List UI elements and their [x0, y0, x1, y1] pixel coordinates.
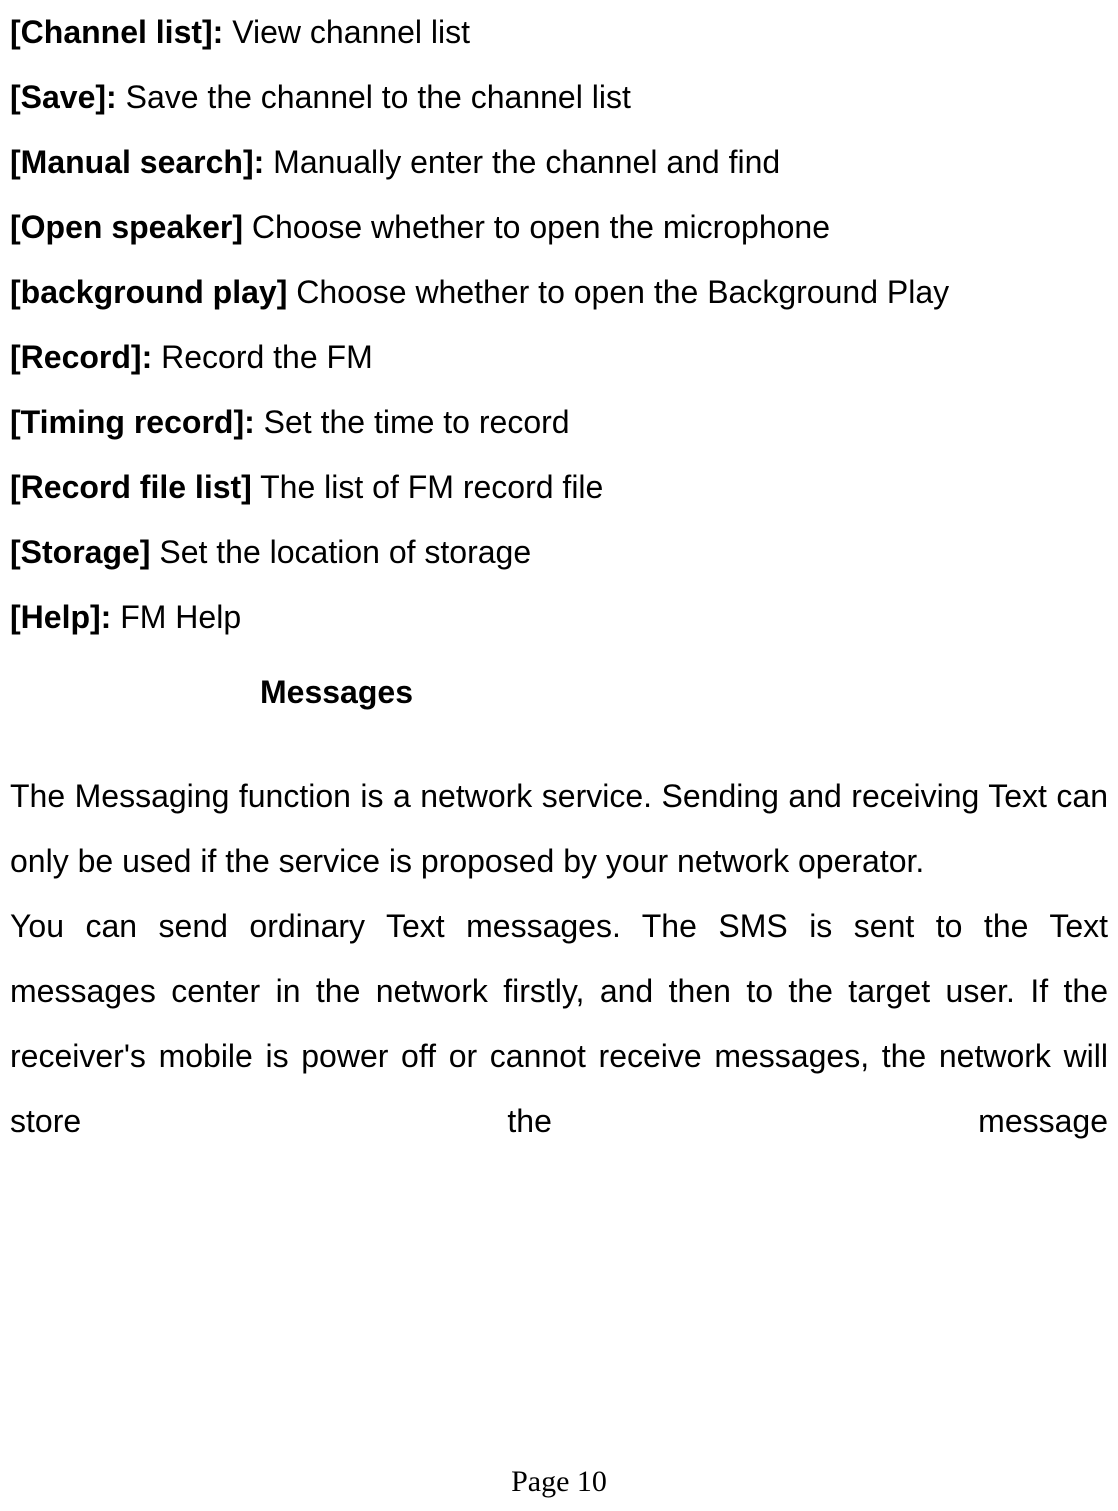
page-number-footer: Page 10	[0, 1467, 1118, 1497]
definition-description: Choose whether to open the Background Pl…	[287, 274, 949, 310]
definition-line: [Channel list]: View channel list	[10, 0, 1108, 65]
definition-description: Choose whether to open the microphone	[243, 209, 830, 245]
definition-line: [Open speaker] Choose whether to open th…	[10, 195, 1108, 260]
document-page: [Channel list]: View channel list[Save]:…	[0, 0, 1118, 1511]
body-paragraph: The Messaging function is a network serv…	[10, 764, 1108, 894]
definition-term: [background play]	[10, 274, 287, 310]
definition-term: [Storage]	[10, 534, 150, 570]
definition-term: [Record file list]	[10, 469, 252, 505]
definition-term: [Channel list]:	[10, 14, 223, 50]
definition-line: [Record file list] The list of FM record…	[10, 455, 1108, 520]
definition-line: [Timing record]: Set the time to record	[10, 390, 1108, 455]
definition-description: Manually enter the channel and find	[264, 144, 780, 180]
definition-description: View channel list	[223, 14, 470, 50]
definition-term: [Manual search]:	[10, 144, 264, 180]
definitions-block: [Channel list]: View channel list[Save]:…	[10, 0, 1108, 650]
definition-description: Save the channel to the channel list	[117, 79, 631, 115]
definition-term: [Timing record]:	[10, 404, 255, 440]
definition-line: [Save]: Save the channel to the channel …	[10, 65, 1108, 130]
section-heading-messages: Messages	[10, 660, 1108, 725]
body-paragraphs: The Messaging function is a network serv…	[10, 764, 1108, 1154]
definition-line: [background play] Choose whether to open…	[10, 260, 1108, 325]
definition-description: FM Help	[111, 599, 241, 635]
definition-term: [Open speaker]	[10, 209, 243, 245]
definition-term: [Record]:	[10, 339, 152, 375]
definition-line: [Manual search]: Manually enter the chan…	[10, 130, 1108, 195]
definition-line: [Record]: Record the FM	[10, 325, 1108, 390]
definition-term: [Save]:	[10, 79, 117, 115]
definition-term: [Help]:	[10, 599, 111, 635]
definition-description: Set the time to record	[255, 404, 570, 440]
definition-line: [Storage] Set the location of storage	[10, 520, 1108, 585]
definition-line: [Help]: FM Help	[10, 585, 1108, 650]
body-paragraph: You can send ordinary Text messages. The…	[10, 894, 1108, 1154]
definition-description: The list of FM record file	[252, 469, 604, 505]
definition-description: Set the location of storage	[150, 534, 531, 570]
definition-description: Record the FM	[152, 339, 373, 375]
